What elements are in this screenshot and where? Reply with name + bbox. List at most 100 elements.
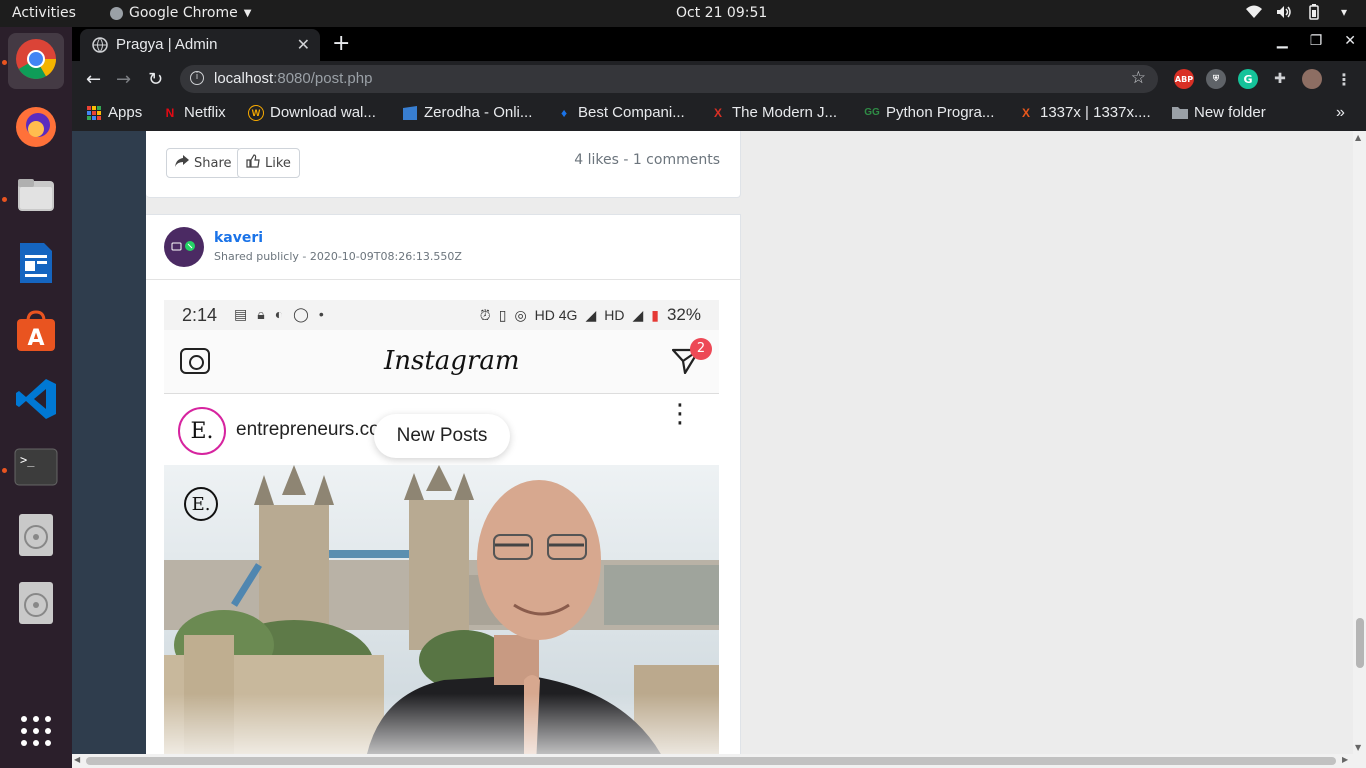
divider — [146, 279, 741, 280]
bookmark-new-folder[interactable]: New folder — [1172, 104, 1266, 121]
chrome-small-icon — [110, 6, 123, 20]
bookmark-label: 1337x | 1337x.... — [1040, 104, 1151, 121]
phone-status-right: ⏰︎ ▯ ◎ HD 4G ◢ HD ◢ ▮ 32% — [480, 305, 701, 325]
netflix-icon: N — [165, 105, 175, 120]
minimize-icon[interactable]: ▁ — [1277, 33, 1288, 49]
bookmark-label: Netflix — [184, 104, 226, 121]
bookmark-label: Zerodha - Onli... — [424, 104, 533, 121]
phone-time: 2:14 — [182, 305, 218, 325]
scroll-left-icon[interactable]: ◀ — [74, 755, 80, 764]
folder-icon — [1172, 105, 1188, 121]
dock-terminal[interactable]: >_ — [8, 441, 64, 497]
signal-icon: ◢ — [585, 306, 597, 323]
lock-icon: 🔒︎ — [257, 306, 265, 322]
bookmark-netflix[interactable]: N Netflix — [162, 104, 226, 121]
dock: A >_ — [0, 27, 72, 768]
battery-percent: 32% — [666, 305, 701, 324]
bestco-icon: ♦ — [560, 105, 568, 120]
bookmark-download-wal[interactable]: W Download wal... — [248, 104, 376, 121]
like-label: Like — [265, 155, 291, 171]
back-arrow-icon[interactable]: ← — [86, 69, 101, 90]
dock-files[interactable] — [8, 169, 64, 225]
reload-icon[interactable]: ↻ — [148, 69, 163, 90]
bookmark-python[interactable]: GG Python Progra... — [864, 104, 994, 121]
bookmark-modern-j[interactable]: X The Modern J... — [710, 104, 837, 121]
dot-icon: • — [318, 306, 324, 322]
scroll-up-icon[interactable]: ▲ — [1355, 133, 1361, 142]
address-bar[interactable]: i localhost:8080/post.php ☆ — [180, 65, 1158, 93]
extensions-puzzle-icon[interactable]: ✚ — [1270, 69, 1290, 89]
wifi-icon — [1246, 4, 1262, 20]
bookmark-best-companies[interactable]: ♦ Best Compani... — [556, 104, 685, 121]
scroll-right-icon[interactable]: ▶ — [1342, 755, 1348, 764]
tab-strip: Pragya | Admin ✕ + ▁ ❐ ✕ — [72, 27, 1366, 61]
post-meta: Shared publicly - 2020-10-09T08:26:13.55… — [214, 250, 462, 263]
tab-title: Pragya | Admin — [116, 36, 218, 53]
hotspot-icon: ◎ — [514, 306, 527, 323]
system-tray[interactable]: ▾ — [1246, 4, 1352, 20]
post-card: kaveri Shared publicly - 2020-10-09T08:2… — [146, 214, 741, 754]
scrollbar-thumb[interactable] — [1356, 618, 1364, 668]
horizontal-scrollbar[interactable]: ◀ ▶ — [72, 754, 1366, 768]
bookmark-zerodha[interactable]: Zerodha - Onli... — [402, 104, 532, 121]
shield-icon[interactable]: ⛨ — [1206, 69, 1226, 89]
post-stats: 4 likes - 1 comments — [574, 152, 720, 168]
dock-firefox[interactable] — [8, 101, 64, 157]
thumbs-up-icon — [246, 154, 260, 172]
disc-icon — [18, 513, 54, 561]
watermark-logo: E. — [184, 487, 218, 521]
new-tab-button[interactable]: + — [332, 31, 350, 56]
dock-disc-2[interactable] — [8, 577, 64, 633]
clock[interactable]: Oct 21 09:51 — [676, 5, 767, 21]
bookmark-apps[interactable]: Apps — [86, 104, 142, 121]
chrome-icon — [14, 37, 58, 85]
gfg-icon: GG — [864, 107, 880, 118]
dock-software[interactable]: A — [8, 305, 64, 361]
ig-account-avatar: E. — [178, 407, 226, 455]
window-controls: ▁ ❐ ✕ — [1277, 33, 1356, 49]
signal-icon: ◢ — [632, 306, 644, 323]
dock-disc-1[interactable] — [8, 509, 64, 565]
grammarly-icon[interactable]: G — [1238, 69, 1258, 89]
globe-icon — [92, 37, 108, 57]
menu-kebab-icon[interactable]: ⋮ — [1334, 69, 1354, 89]
dock-writer[interactable] — [8, 237, 64, 293]
dock-chrome[interactable] — [8, 33, 64, 89]
tab-pragya-admin[interactable]: Pragya | Admin ✕ — [80, 29, 320, 61]
share-button[interactable]: Share — [166, 148, 241, 178]
bookmark-label: Download wal... — [270, 104, 376, 121]
bookmark-star-icon[interactable]: ☆ — [1131, 68, 1146, 88]
url-text: localhost:8080/post.php — [214, 70, 372, 87]
bookmarks-overflow-icon[interactable]: » — [1336, 104, 1345, 122]
avatar[interactable] — [164, 227, 204, 267]
w-icon: W — [248, 104, 264, 121]
scrollbar-thumb[interactable] — [86, 757, 1336, 765]
browser-toolbar: ← → ↻ i localhost:8080/post.php ☆ ABP ⛨ … — [72, 61, 1366, 97]
maximize-icon[interactable]: ❐ — [1310, 33, 1323, 49]
vertical-scrollbar[interactable]: ▲ ▼ — [1353, 131, 1366, 754]
activities-button[interactable]: Activities — [12, 5, 76, 21]
ig-photo: E. — [164, 465, 719, 754]
close-window-icon[interactable]: ✕ — [1344, 33, 1356, 49]
phone-status-bar: 2:14 ▤ 🔒︎ ◐ ◯ • ⏰︎ ▯ ◎ HD 4G ◢ HD ◢ ▮ 32… — [164, 300, 719, 330]
bookmark-1337x[interactable]: X 1337x | 1337x.... — [1018, 104, 1151, 121]
show-applications[interactable] — [8, 705, 64, 761]
moon-icon: ◐ — [274, 306, 284, 322]
page-viewport: Share Like 4 likes - 1 comments kaveri S… — [72, 131, 1353, 754]
app-menu[interactable]: Google Chrome ▼ — [110, 5, 251, 21]
post-author[interactable]: kaveri — [214, 230, 263, 246]
profile-avatar[interactable] — [1302, 69, 1322, 89]
like-button[interactable]: Like — [237, 148, 300, 178]
bookmark-label: New folder — [1194, 104, 1266, 121]
adblock-icon[interactable]: ABP — [1174, 69, 1194, 89]
dock-vscode[interactable] — [8, 373, 64, 429]
network-label-2: HD — [604, 307, 625, 323]
share-label: Share — [194, 155, 232, 171]
forward-arrow-icon[interactable]: → — [116, 69, 131, 90]
bookmark-label: Apps — [108, 104, 143, 121]
whatsapp-icon: ◯ — [293, 306, 309, 322]
url-host: localhost — [214, 70, 274, 87]
scroll-down-icon[interactable]: ▼ — [1355, 743, 1361, 752]
tab-close-icon[interactable]: ✕ — [297, 35, 310, 54]
site-info-icon[interactable]: i — [190, 71, 204, 85]
